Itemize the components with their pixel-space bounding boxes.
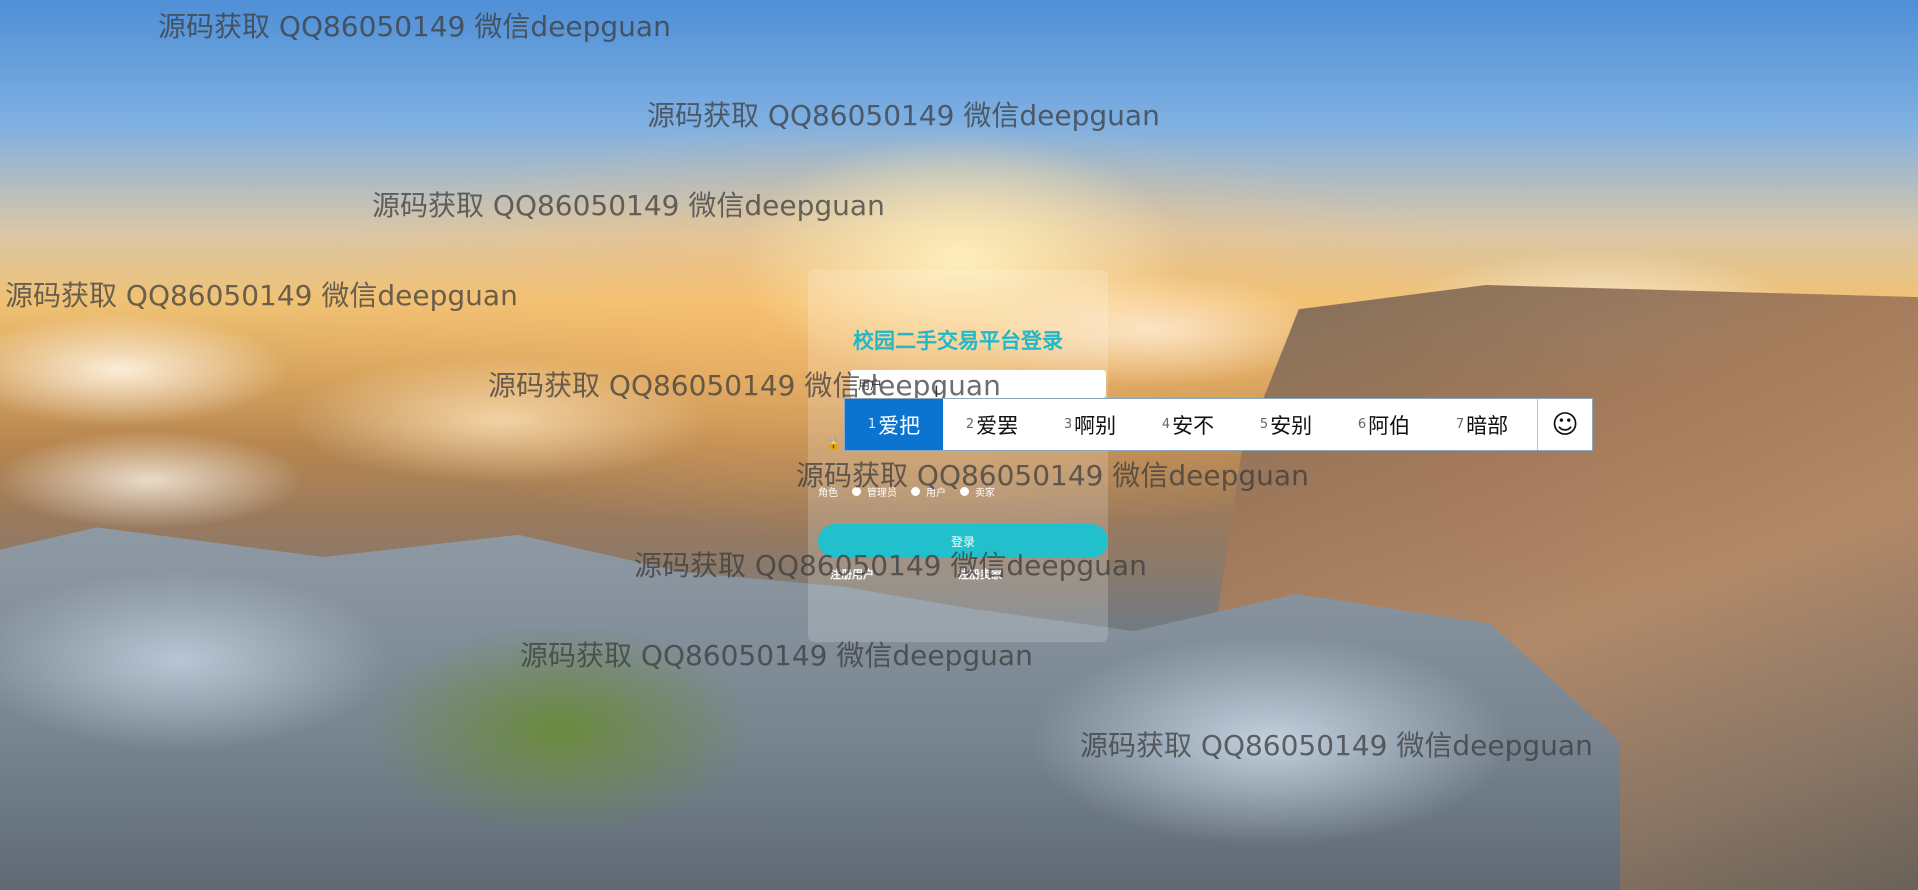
watermark-text: 源码获取 QQ86050149 微信deepguan	[634, 549, 1147, 582]
ime-candidate[interactable]: 6 阿伯	[1335, 399, 1433, 450]
watermark-text: 源码获取 QQ86050149 微信deepguan	[158, 10, 671, 43]
ime-candidate[interactable]: 4 安不	[1139, 399, 1237, 450]
watermark-text: 源码获取 QQ86050149 微信deepguan	[1080, 729, 1593, 762]
watermark-text: 源码获取 QQ86050149 微信deepguan	[647, 99, 1160, 132]
ime-candidate[interactable]: 1 爱把	[845, 399, 943, 450]
ime-candidate[interactable]: 7 暗部	[1433, 399, 1531, 450]
ime-candidate[interactable]: 5 安别	[1237, 399, 1335, 450]
lock-icon: 🔒	[826, 436, 841, 450]
ime-candidate-bar: 1 爱把 2 爱罢 3 啊别 4 安不 5 安别 6 阿伯 7 暗部 ☺	[844, 398, 1593, 451]
watermark-text: 源码获取 QQ86050149 微信deepguan	[520, 639, 1033, 672]
emoji-icon[interactable]: ☺	[1537, 399, 1592, 450]
watermark-text: 源码获取 QQ86050149 微信deepguan	[5, 279, 518, 312]
ime-candidate[interactable]: 3 啊别	[1041, 399, 1139, 450]
ime-candidate[interactable]: 2 爱罢	[943, 399, 1041, 450]
login-title: 校园二手交易平台登录	[853, 329, 1063, 353]
watermark-text: 源码获取 QQ86050149 微信deepguan	[796, 459, 1309, 492]
watermark-text: 源码获取 QQ86050149 微信deepguan	[372, 189, 885, 222]
